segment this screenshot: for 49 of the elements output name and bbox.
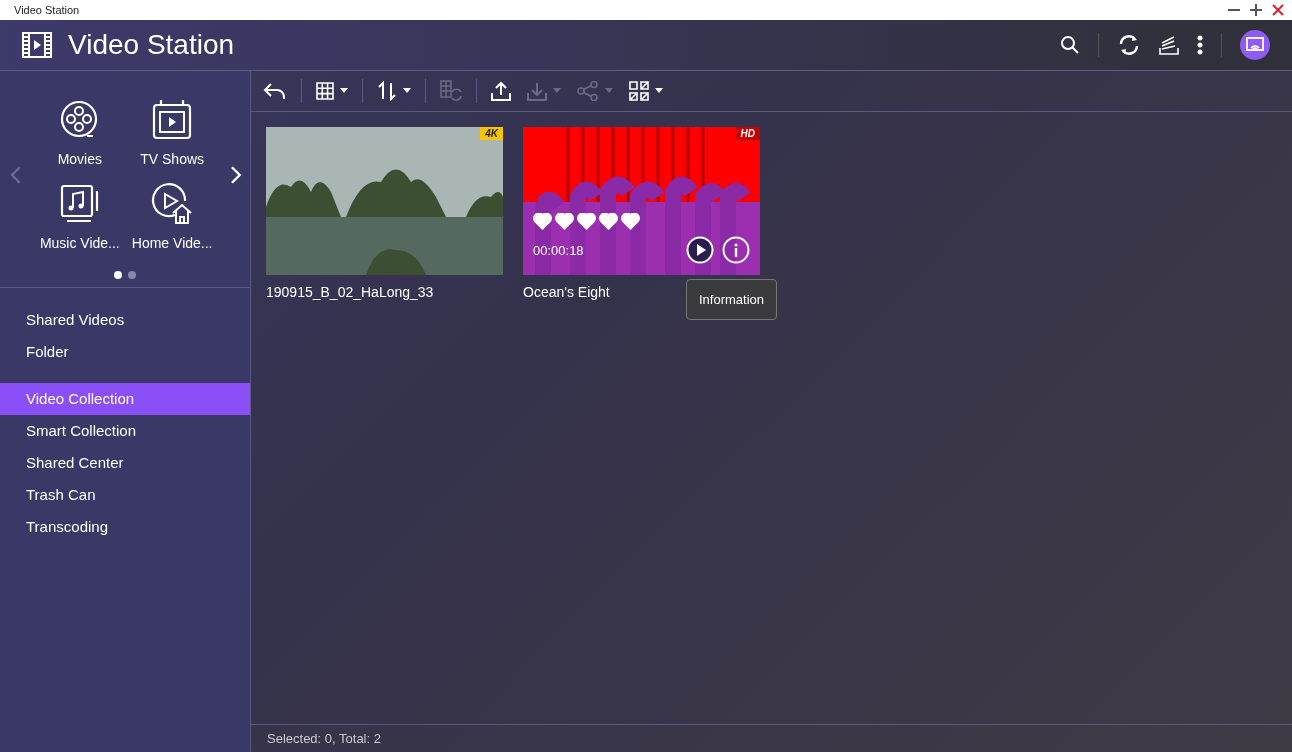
category-tile[interactable]: Music Vide... bbox=[33, 183, 126, 251]
more-icon[interactable] bbox=[1197, 35, 1203, 55]
category-tile[interactable]: TV Shows bbox=[126, 99, 219, 167]
toolbar-button[interactable] bbox=[314, 80, 350, 102]
close-icon[interactable] bbox=[1272, 4, 1284, 16]
heart-icon[interactable] bbox=[555, 213, 574, 230]
heart-icon[interactable] bbox=[533, 213, 552, 230]
film-icon bbox=[22, 32, 52, 58]
app-title: Video Station bbox=[68, 29, 235, 61]
window-title: Video Station bbox=[14, 4, 80, 16]
refresh-icon[interactable] bbox=[1117, 34, 1141, 56]
category-tile[interactable]: Home Vide... bbox=[126, 183, 219, 251]
sidebar-item[interactable]: Folder bbox=[0, 336, 250, 368]
poster-image[interactable]: HD 00:00:18 bbox=[523, 127, 760, 275]
caret-icon[interactable] bbox=[340, 88, 348, 94]
sidebar-item[interactable]: Shared Center bbox=[0, 447, 250, 479]
sidebar-item[interactable]: Shared Videos bbox=[0, 304, 250, 336]
maximize-icon[interactable] bbox=[1250, 4, 1262, 16]
info-icon[interactable] bbox=[722, 236, 750, 264]
search-icon[interactable] bbox=[1060, 35, 1080, 55]
cast-icon[interactable] bbox=[1240, 30, 1270, 60]
caret-icon[interactable] bbox=[403, 88, 411, 94]
category-tile[interactable]: Movies bbox=[33, 99, 126, 167]
heart-rating[interactable] bbox=[533, 213, 640, 230]
quality-badge: 4K bbox=[480, 127, 503, 140]
video-title[interactable]: Ocean's Eight bbox=[523, 284, 610, 300]
page-dot[interactable] bbox=[114, 271, 122, 279]
duration: 00:00:18 bbox=[533, 242, 584, 258]
heart-icon[interactable] bbox=[599, 213, 618, 230]
sidebar-item[interactable]: Video Collection bbox=[0, 383, 250, 415]
quality-badge: HD bbox=[735, 127, 760, 140]
play-house-icon bbox=[151, 183, 194, 225]
play-icon[interactable] bbox=[686, 236, 714, 264]
music-screen-icon bbox=[58, 183, 101, 225]
toolbar-button[interactable] bbox=[489, 79, 513, 103]
calendar-play-icon bbox=[151, 99, 194, 141]
sidebar-item[interactable]: Transcoding bbox=[0, 511, 250, 543]
sidebar-item[interactable]: Trash Can bbox=[0, 479, 250, 511]
page-dot[interactable] bbox=[128, 271, 136, 279]
landscape-photo[interactable]: 4K bbox=[266, 127, 503, 275]
heart-icon[interactable] bbox=[577, 213, 596, 230]
task-stack-icon[interactable] bbox=[1159, 35, 1179, 55]
caret-icon[interactable] bbox=[655, 88, 663, 94]
heart-icon[interactable] bbox=[621, 213, 640, 230]
toolbar-button[interactable] bbox=[627, 79, 665, 103]
sidebar-item[interactable]: Smart Collection bbox=[0, 415, 250, 447]
status-bar: Selected: 0, Total: 2 bbox=[251, 724, 1292, 752]
video-title[interactable]: 190915_B_02_HaLong_33 bbox=[266, 284, 434, 300]
tooltip: Information bbox=[686, 279, 778, 320]
